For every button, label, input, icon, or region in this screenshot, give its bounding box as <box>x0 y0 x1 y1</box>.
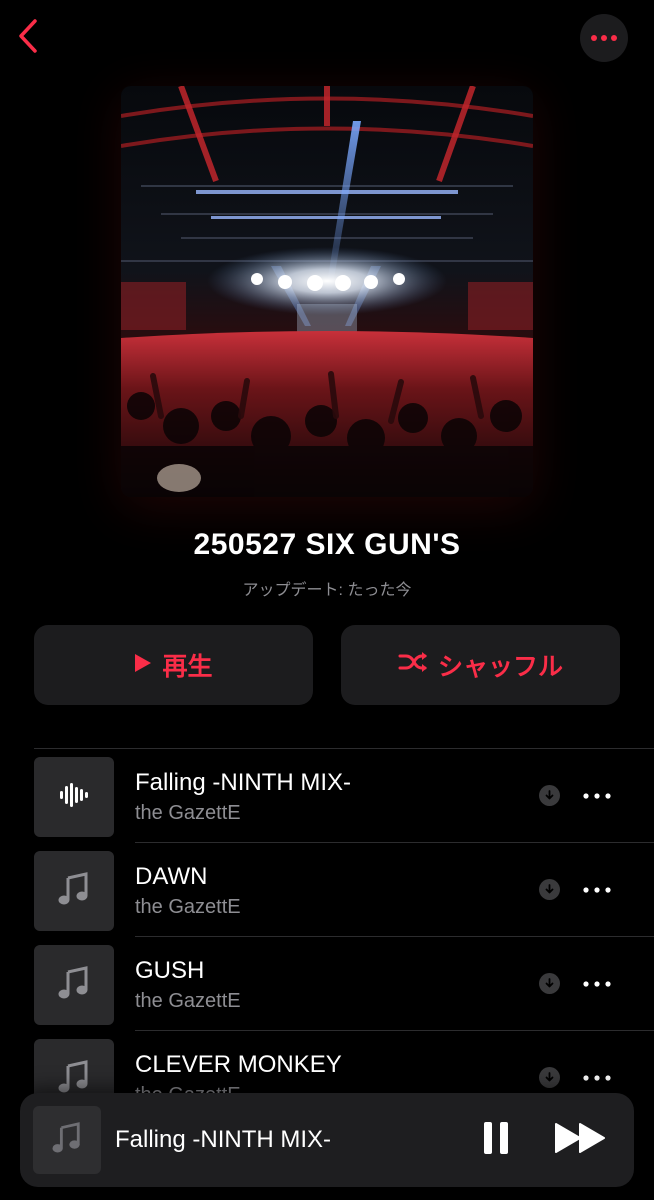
music-note-icon <box>58 965 90 1005</box>
playlist-artwork <box>121 86 533 497</box>
track-thumbnail <box>34 945 114 1025</box>
music-note-icon <box>58 871 90 911</box>
downloaded-icon <box>539 1067 560 1088</box>
downloaded-icon <box>539 785 560 806</box>
chevron-left-icon <box>17 18 39 59</box>
pause-button[interactable] <box>476 1119 516 1161</box>
track-title: GUSH <box>135 957 205 984</box>
play-button-label: 再生 <box>162 653 213 681</box>
shuffle-button-label: シャッフル <box>437 653 563 681</box>
playlist-updated-label: アップデート: たった今 <box>242 582 412 599</box>
shuffle-icon <box>398 651 428 680</box>
track-more-button[interactable] <box>578 1063 616 1093</box>
play-button[interactable]: 再生 <box>34 625 313 705</box>
playlist-title: 250527 SIX GUN'S <box>193 528 461 561</box>
track-thumbnail <box>34 1039 114 1094</box>
downloaded-icon <box>539 879 560 900</box>
shuffle-button[interactable]: シャッフル <box>341 625 620 705</box>
track-more-button[interactable] <box>578 781 616 811</box>
track-more-button[interactable] <box>578 969 616 999</box>
track-artist: the GazettE <box>135 990 241 1012</box>
now-playing-waveform-icon <box>59 782 89 813</box>
ellipsis-icon <box>590 29 618 47</box>
track-title: DAWN <box>135 863 208 890</box>
skip-forward-button[interactable] <box>552 1119 610 1161</box>
track-title: CLEVER MONKEY <box>135 1051 342 1078</box>
mini-player-artwork <box>33 1106 101 1174</box>
track-row[interactable]: DAWN the GazettE <box>0 843 654 937</box>
track-artist: the GazettE <box>135 896 241 918</box>
music-note-icon <box>58 1059 90 1095</box>
track-thumbnail <box>34 851 114 931</box>
downloaded-icon <box>539 973 560 994</box>
track-row[interactable]: Falling -NINTH MIX- the GazettE <box>0 749 654 843</box>
pause-icon <box>482 1121 510 1160</box>
fast-forward-icon <box>555 1122 607 1158</box>
track-list: Falling -NINTH MIX- the GazettE DAWN the… <box>0 749 654 1094</box>
more-options-button[interactable] <box>580 14 628 62</box>
playlist-screen: 250527 SIX GUN'S アップデート: たった今 再生 シャッフル F… <box>0 0 654 1200</box>
mini-player[interactable]: Falling -NINTH MIX- <box>20 1093 634 1187</box>
music-note-icon <box>52 1121 82 1159</box>
track-row[interactable]: CLEVER MONKEY the GazettE <box>0 1031 654 1094</box>
play-icon <box>134 651 152 680</box>
back-button[interactable] <box>8 14 48 62</box>
track-artist: the GazettE <box>135 802 241 824</box>
mini-player-title: Falling -NINTH MIX- <box>115 1126 332 1153</box>
track-row[interactable]: GUSH the GazettE <box>0 937 654 1031</box>
track-more-button[interactable] <box>578 875 616 905</box>
track-thumbnail <box>34 757 114 837</box>
track-title: Falling -NINTH MIX- <box>135 769 352 796</box>
